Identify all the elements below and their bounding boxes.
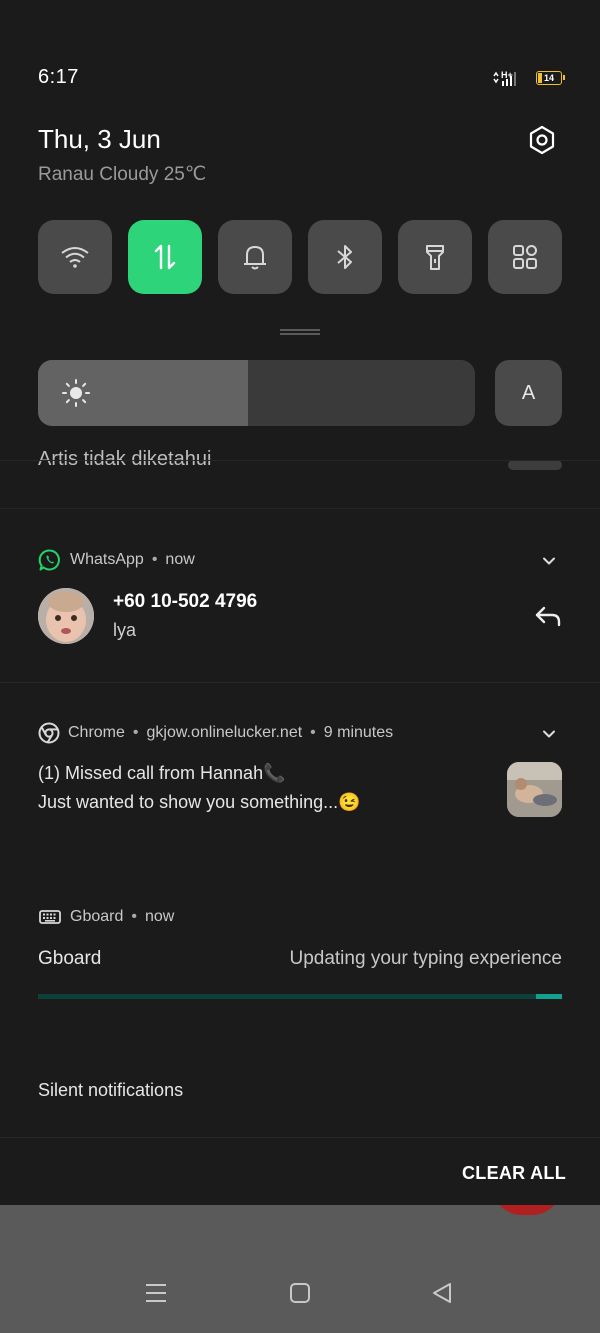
grid-icon [513, 245, 537, 269]
bluetooth-icon [337, 245, 352, 269]
media-control [508, 460, 562, 470]
separator-dot: • [131, 908, 137, 925]
recents-button[interactable] [138, 1275, 174, 1311]
notification-status: Updating your typing experience [289, 948, 562, 969]
baby-photo [38, 588, 94, 644]
whatsapp-header: WhatsApp • now [38, 548, 195, 572]
reply-icon[interactable] [532, 600, 564, 632]
weather-label[interactable]: Ranau Cloudy 25℃ [38, 163, 206, 186]
menu-icon [146, 1284, 166, 1302]
silent-notifications-header: Silent notifications [38, 1080, 184, 1100]
gear-icon [529, 125, 555, 155]
divider [0, 682, 600, 683]
battery-level: 14 [543, 73, 554, 83]
navigation-bar [0, 1253, 600, 1333]
divider [0, 1137, 600, 1138]
photo-thumbnail [507, 762, 562, 817]
tile-more[interactable] [488, 220, 562, 294]
keyboard-icon [39, 910, 61, 924]
notification-time: now [144, 908, 175, 925]
whatsapp-icon [38, 549, 60, 571]
status-icons: H+ 14 [492, 68, 565, 88]
home-button[interactable] [282, 1275, 318, 1311]
status-time: 6:17 [38, 66, 79, 88]
brightness-slider[interactable] [38, 360, 475, 426]
gboard-header: Gboard • now [38, 905, 174, 929]
flashlight-icon [426, 245, 444, 270]
data-arrows-icon [154, 244, 176, 270]
notification-text: Just wanted to show you something...😉 [38, 792, 361, 812]
app-name: Gboard [70, 908, 124, 925]
separator-dot: • [310, 724, 316, 741]
progress-fill [535, 994, 562, 999]
auto-brightness-button[interactable]: A [495, 360, 562, 426]
notification-title: (1) Missed call from Hannah📞 [38, 763, 286, 783]
tile-flashlight[interactable] [398, 220, 472, 294]
notification-title: Gboard [38, 948, 102, 969]
wifi-icon [61, 247, 89, 268]
sun-icon [62, 379, 90, 407]
contact-avatar [38, 588, 94, 644]
back-button[interactable] [424, 1275, 460, 1311]
notification-title: +60 10-502 4796 [113, 591, 258, 612]
site-name: gkjow.onlinelucker.net [146, 724, 303, 741]
tile-wifi[interactable] [38, 220, 112, 294]
media-artist: Artis tidak diketahui [38, 448, 212, 470]
separator-dot: • [132, 724, 139, 741]
divider [0, 508, 600, 509]
notification-shade: 6:17 H+ 14 Thu, 3 Jun Ranau Cloudy 25℃ A… [0, 0, 600, 1205]
app-name: Chrome [68, 724, 125, 741]
square-icon [290, 1283, 310, 1303]
drag-handle[interactable] [280, 329, 320, 331]
tile-mobile-data[interactable] [128, 220, 202, 294]
chevron-down-icon[interactable] [540, 552, 558, 570]
progress-bar [38, 994, 562, 999]
tile-bluetooth[interactable] [308, 220, 382, 294]
notification-image [507, 762, 562, 817]
date-label: Thu, 3 Jun [38, 124, 161, 154]
drag-handle-line [280, 333, 320, 335]
separator-dot: • [151, 551, 158, 568]
battery-icon: 14 [536, 71, 565, 85]
back-triangle-icon [433, 1283, 451, 1303]
quick-settings-tiles [38, 220, 562, 294]
clear-all-button[interactable]: CLEAR ALL [462, 1163, 566, 1184]
chevron-down-icon[interactable] [540, 725, 558, 743]
tile-sound[interactable] [218, 220, 292, 294]
chrome-header: Chrome • gkjow.onlinelucker.net • 9 minu… [38, 722, 393, 744]
notification-text: lya [113, 620, 137, 640]
divider [0, 460, 600, 461]
chrome-icon [38, 722, 60, 744]
bell-icon [244, 246, 266, 270]
settings-button[interactable] [524, 122, 560, 158]
notification-time: now [165, 551, 195, 568]
notification-time: 9 minutes [323, 724, 394, 741]
media-notification-peek[interactable]: Artis tidak diketahui [0, 440, 600, 470]
app-name: WhatsApp [70, 551, 144, 568]
mobile-signal-icon: H+ [493, 70, 516, 86]
